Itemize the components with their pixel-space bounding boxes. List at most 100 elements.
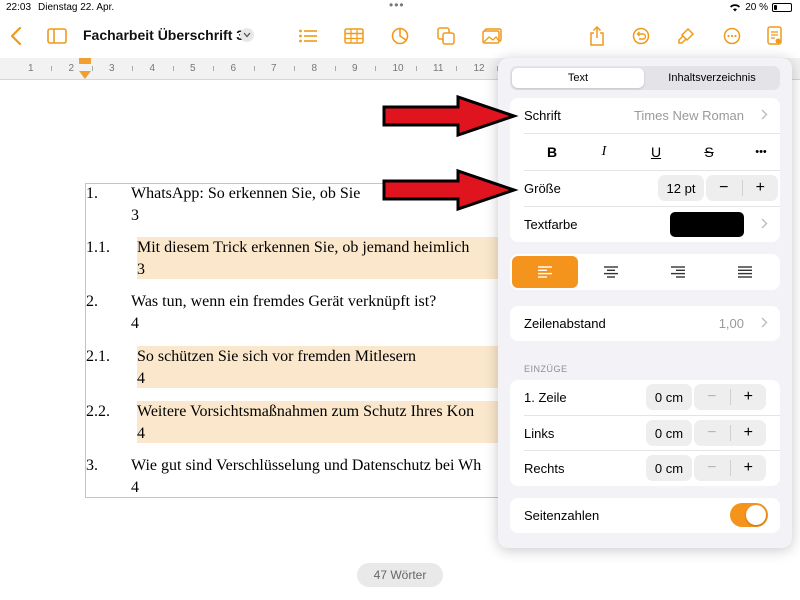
toc-entry-text: Was tun, wenn ein fremdes Gerät verknüpf… [131, 293, 437, 310]
toc-entry[interactable]: Wie gut sind Verschlüsselung und Datensc… [86, 456, 514, 500]
annotation-arrow-icon [382, 94, 519, 138]
indent-increase-button[interactable]: + [731, 420, 767, 446]
toc-entry[interactable]: Mit diesem Trick erkennen Sie, ob jemand… [86, 237, 516, 282]
toc-entry-number: 1. [86, 185, 98, 202]
document-options-icon[interactable] [762, 17, 788, 55]
indents-header: EINZÜGE [524, 364, 568, 374]
indent-increase-button[interactable]: + [731, 455, 767, 481]
chart-icon[interactable] [387, 17, 413, 55]
text-color-swatch[interactable] [670, 212, 744, 237]
toc-entry-text: Weitere Vorsichtsmaßnahmen zum Schutz Ih… [137, 401, 516, 443]
toc-entry-number: 2.1. [86, 348, 110, 365]
align-left-icon [538, 266, 552, 278]
tab-text[interactable]: Text [512, 68, 644, 88]
text-color-label: Textfarbe [524, 217, 578, 232]
italic-button[interactable]: I [589, 140, 619, 164]
ruler-tick-label: 4 [149, 63, 156, 74]
annotation-arrow-icon [382, 168, 519, 212]
toc-entry-number: 2.2. [86, 403, 110, 420]
sidebar-icon[interactable] [44, 17, 70, 55]
ruler-tick-label: 5 [190, 63, 196, 74]
chevron-down-icon[interactable] [240, 28, 254, 42]
align-justify-icon [738, 266, 752, 278]
indent-decrease-button[interactable]: − [694, 384, 730, 410]
indent-decrease-button[interactable]: − [694, 455, 730, 481]
ruler-tick-label: 2 [68, 63, 75, 74]
indent-stepper: − + [694, 420, 766, 446]
more-icon[interactable] [719, 17, 745, 55]
bold-button[interactable]: B [537, 140, 567, 164]
indent-value[interactable]: 0 cm [646, 455, 692, 481]
table-icon[interactable] [341, 17, 367, 55]
ruler-tick-label: 9 [352, 63, 358, 74]
share-icon[interactable] [584, 17, 610, 55]
chevron-left-icon[interactable] [4, 17, 28, 55]
toc-entry-page: 4 [131, 479, 139, 496]
page-numbers-toggle[interactable] [730, 503, 768, 527]
wifi-icon [730, 4, 741, 12]
align-right-button[interactable] [645, 256, 711, 288]
status-date: Dienstag 22. Apr. [38, 2, 115, 13]
toc-entry-number: 1.1. [86, 239, 110, 256]
format-brush-icon[interactable] [673, 17, 699, 55]
indent-decrease-button[interactable]: − [694, 420, 730, 446]
text-style-row: B I U S ••• [510, 134, 780, 169]
line-spacing-label: Zeilenabstand [524, 316, 606, 331]
indent-label: Links [524, 426, 555, 441]
toolbar: Facharbeit Überschrift 3 [0, 17, 800, 55]
indent-value[interactable]: 0 cm [646, 384, 692, 410]
line-spacing-group: Zeilenabstand 1,00 [510, 306, 780, 341]
toc-entry[interactable]: Was tun, wenn ein fremdes Gerät verknüpf… [86, 292, 514, 336]
ruler-tick-label: 7 [271, 63, 277, 74]
indent-marker-bottom-icon[interactable] [79, 71, 91, 79]
status-time: 22:03 [6, 2, 32, 13]
toc-entry-page: 4 [137, 425, 145, 442]
more-styles-button[interactable]: ••• [746, 140, 776, 164]
list-icon[interactable] [295, 17, 321, 55]
document-title[interactable]: Facharbeit Überschrift 3 [83, 27, 244, 43]
text-color-row[interactable]: Textfarbe [510, 207, 780, 242]
font-value: Times New Roman [633, 108, 744, 123]
battery-icon [772, 3, 792, 12]
toc-entry-text: Wie gut sind Verschlüsselung und Datensc… [131, 457, 482, 474]
size-increase-button[interactable]: + [743, 175, 779, 201]
align-right-icon [671, 266, 685, 278]
indent-increase-button[interactable]: + [731, 384, 767, 410]
ruler-tick-label: 11 [433, 63, 444, 74]
battery-percent: 20 % [745, 2, 768, 13]
media-icon[interactable] [479, 17, 505, 55]
alignment-group [510, 254, 780, 290]
indent-marker-top-icon[interactable] [79, 58, 91, 64]
multitasking-dots-icon[interactable]: ••• [389, 0, 405, 12]
word-count-badge[interactable]: 47 Wörter [357, 563, 443, 587]
align-left-button[interactable] [512, 256, 578, 288]
shapes-icon[interactable] [433, 17, 459, 55]
align-justify-button[interactable] [712, 256, 778, 288]
toc-entry[interactable]: Weitere Vorsichtsmaßnahmen zum Schutz Ih… [86, 401, 516, 446]
indent-stepper: − + [694, 455, 766, 481]
indent-value[interactable]: 0 cm [646, 420, 692, 446]
align-center-button[interactable] [578, 256, 644, 288]
size-decrease-button[interactable]: − [706, 175, 742, 201]
chevron-right-icon [761, 109, 768, 123]
undo-icon[interactable] [628, 17, 654, 55]
strikethrough-button[interactable]: S [694, 140, 724, 164]
indent-row: Rechts 0 cm − + [510, 451, 780, 486]
line-spacing-row[interactable]: Zeilenabstand 1,00 [510, 306, 780, 341]
table-of-contents[interactable]: WhatsApp: So erkennen Sie, ob Sie 1. 3 Mit … [85, 183, 516, 500]
size-stepper: − + [706, 175, 778, 201]
toc-entry-page: 3 [137, 261, 145, 278]
underline-button[interactable]: U [641, 140, 671, 164]
ruler-tick-label: 3 [109, 63, 115, 74]
align-center-icon [604, 266, 618, 278]
font-row[interactable]: Schrift Times New Roman [510, 98, 780, 133]
size-value[interactable]: 12 pt [658, 175, 704, 201]
line-spacing-value: 1,00 [718, 316, 744, 331]
size-label: Größe [524, 181, 561, 196]
toc-entry-page: 4 [137, 370, 145, 387]
font-settings-group: Schrift Times New Roman B I U S ••• Größ… [510, 98, 780, 242]
toc-entry[interactable]: So schützen Sie sich vor fremden Mitlese… [86, 346, 516, 391]
tab-table-of-contents[interactable]: Inhaltsverzeichnis [646, 68, 778, 88]
ruler-tick-label: 6 [230, 63, 237, 74]
indent-stepper: − + [694, 384, 766, 410]
